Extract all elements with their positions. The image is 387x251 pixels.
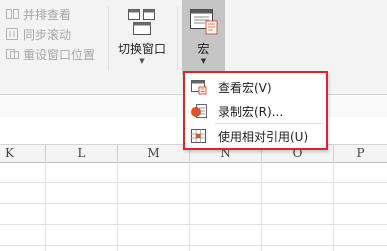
cell-grid[interactable] <box>0 162 387 251</box>
record-macro-icon <box>190 103 208 119</box>
macros-dropdown-menu: 查看宏(V) 录制宏(R)... 使用相对引用(U) <box>183 71 328 150</box>
grid-line <box>45 162 46 251</box>
grid-line <box>0 203 387 204</box>
sync-scroll-icon <box>6 28 19 40</box>
grid-line <box>261 162 262 251</box>
window-commands: 并排查看 同步滚动 重设窗口位置 <box>4 4 95 64</box>
macros-label: 宏 <box>197 42 210 56</box>
column-header-p[interactable]: P <box>334 145 387 162</box>
view-macro-icon <box>190 79 208 95</box>
chevron-down-icon: ▼ <box>200 57 207 65</box>
grid-line <box>0 245 387 246</box>
switch-windows-label: 切换窗口 <box>117 42 166 56</box>
relative-reference-icon <box>190 128 208 144</box>
menu-item-label: 查看宏(V) <box>218 80 272 95</box>
column-header-m[interactable]: M <box>118 145 190 162</box>
menu-item-view-macros[interactable]: 查看宏(V) <box>187 76 324 98</box>
menu-item-record-macro[interactable]: 录制宏(R)... <box>187 100 324 122</box>
grid-line <box>0 182 387 183</box>
menu-item-relative-reference[interactable]: 使用相对引用(U) <box>187 125 324 147</box>
menu-item-label: 使用相对引用(U) <box>218 129 309 144</box>
menu-item-label: 录制宏(R)... <box>218 104 284 119</box>
view-side-by-side-button[interactable]: 并排查看 <box>4 4 95 24</box>
macros-button[interactable]: 宏 ▼ <box>182 0 225 75</box>
menu-separator <box>215 123 323 124</box>
view-side-by-side-label: 并排查看 <box>23 7 72 22</box>
ribbon-separator <box>108 6 109 70</box>
macro-icon <box>189 8 219 36</box>
grid-line <box>0 224 387 225</box>
column-header-l[interactable]: L <box>46 145 118 162</box>
reset-window-icon <box>6 48 19 60</box>
switch-windows-button[interactable]: 切换窗口 ▼ <box>112 3 172 73</box>
grid-line <box>189 162 190 251</box>
grid-line <box>333 162 334 251</box>
reset-window-position-label: 重设窗口位置 <box>23 47 96 62</box>
reset-window-position-button[interactable]: 重设窗口位置 <box>4 44 95 64</box>
switch-windows-icon <box>127 8 157 36</box>
sync-scroll-button[interactable]: 同步滚动 <box>4 24 95 44</box>
side-by-side-icon <box>6 8 19 20</box>
column-header-k[interactable]: K <box>0 145 46 162</box>
sync-scroll-label: 同步滚动 <box>23 27 72 42</box>
chevron-down-icon: ▼ <box>139 57 145 65</box>
grid-line <box>117 162 118 251</box>
ribbon-separator <box>177 6 178 70</box>
